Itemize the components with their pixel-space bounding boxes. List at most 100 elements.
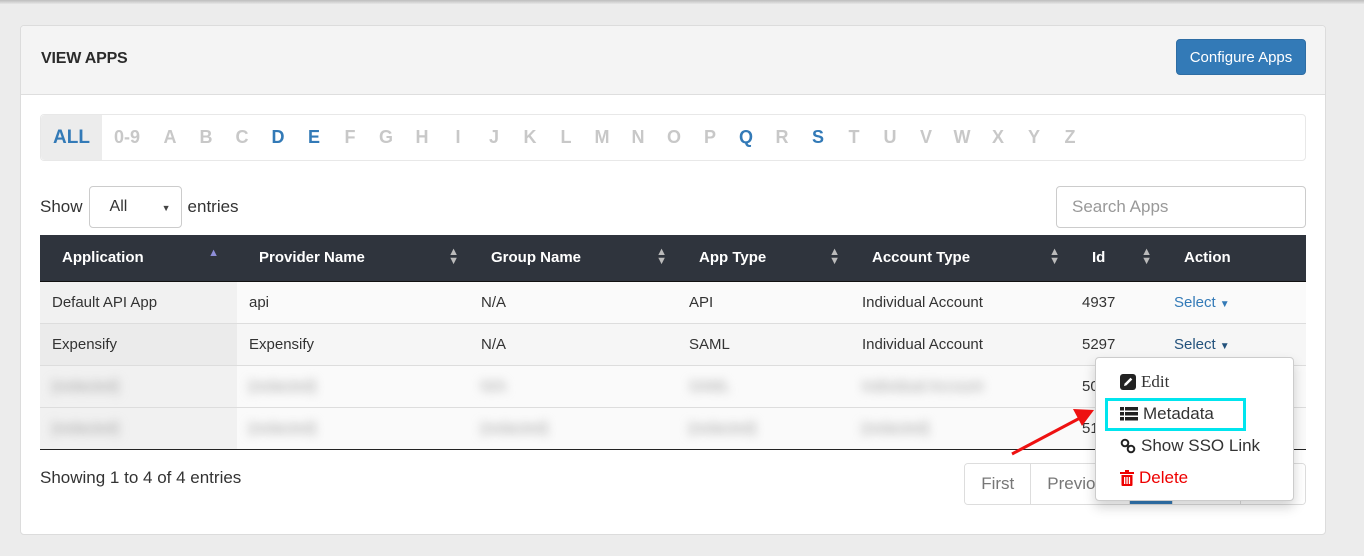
- entries-label: entries: [187, 197, 239, 216]
- search-apps-input[interactable]: [1056, 186, 1306, 228]
- column-label: Id: [1092, 249, 1106, 267]
- filter-letter-o[interactable]: O: [656, 115, 692, 160]
- redacted-text: Individual Account: [862, 377, 983, 395]
- filter-letter-n[interactable]: N: [620, 115, 656, 160]
- filter-letter-q[interactable]: Q: [728, 115, 764, 160]
- link-icon: [1120, 438, 1136, 454]
- filter-letter-d[interactable]: D: [260, 115, 296, 160]
- cell-provider: api: [237, 280, 469, 323]
- redacted-text: [redacted]: [52, 419, 119, 437]
- menu-item-edit[interactable]: Edit: [1096, 366, 1293, 398]
- page-first-button[interactable]: First: [965, 464, 1032, 504]
- trash-icon: [1120, 470, 1134, 486]
- filter-letter-c[interactable]: C: [224, 115, 260, 160]
- filter-letter-v[interactable]: V: [908, 115, 944, 160]
- filter-letter-k[interactable]: K: [512, 115, 548, 160]
- cell-provider: [redacted]: [237, 364, 469, 407]
- column-header-account-type[interactable]: Account Type ▲ ▼: [850, 235, 1070, 282]
- select-label: Select: [1174, 335, 1216, 353]
- filter-letter-s[interactable]: S: [800, 115, 836, 160]
- filter-letter-z[interactable]: Z: [1052, 115, 1088, 160]
- column-header-application[interactable]: Application ▲: [40, 235, 237, 282]
- filter-letter-r[interactable]: R: [764, 115, 800, 160]
- redacted-text: [redacted]: [689, 419, 756, 437]
- sort-ascending-icon: ▲: [208, 247, 219, 259]
- cell-id: 4937: [1070, 280, 1162, 323]
- filter-letter-t[interactable]: T: [836, 115, 872, 160]
- filter-letter-y[interactable]: Y: [1016, 115, 1052, 160]
- cell-application: Expensify: [40, 322, 237, 365]
- select-action-dropdown[interactable]: Select ▼: [1174, 294, 1230, 311]
- filter-0-9[interactable]: 0-9: [102, 115, 152, 160]
- menu-item-label: Delete: [1139, 468, 1189, 487]
- menu-item-metadata[interactable]: Metadata: [1096, 398, 1293, 430]
- menu-item-label: Edit: [1141, 372, 1170, 391]
- letter-filters: ABCDEFGHIJKLMNOPQRSTUVWXYZ: [152, 115, 1088, 160]
- filter-letter-m[interactable]: M: [584, 115, 620, 160]
- cell-app-type: SAML: [677, 364, 850, 407]
- cell-account-type: [redacted]: [850, 406, 1070, 450]
- select-action-dropdown[interactable]: Select ▼: [1174, 336, 1230, 353]
- redacted-text: [redacted]: [249, 419, 316, 437]
- filter-all[interactable]: ALL: [41, 115, 102, 160]
- entries-select-value: All: [109, 198, 128, 215]
- caret-down-icon: ▼: [1219, 340, 1230, 352]
- panel-header: VIEW APPS Configure Apps: [21, 26, 1325, 95]
- filter-letter-f[interactable]: F: [332, 115, 368, 160]
- list-icon: [1120, 407, 1138, 421]
- column-label: App Type: [699, 249, 767, 267]
- sort-both-icon: ▲ ▼: [656, 246, 667, 267]
- cell-provider: Expensify: [237, 322, 469, 365]
- column-header-app-type[interactable]: App Type ▲ ▼: [677, 235, 850, 282]
- configure-apps-button[interactable]: Configure Apps: [1176, 39, 1306, 75]
- filter-letter-a[interactable]: A: [152, 115, 188, 160]
- top-shadow: [0, 0, 1364, 4]
- filter-letter-i[interactable]: I: [440, 115, 476, 160]
- cell-account-type: Individual Account: [850, 322, 1070, 365]
- filter-letter-g[interactable]: G: [368, 115, 404, 160]
- show-label: Show: [40, 197, 83, 216]
- cell-group: N/A: [469, 280, 677, 323]
- cell-app-type: API: [677, 280, 850, 323]
- menu-item-delete[interactable]: Delete: [1096, 462, 1293, 494]
- filter-letter-u[interactable]: U: [872, 115, 908, 160]
- column-header-provider-name[interactable]: Provider Name ▲ ▼: [237, 235, 469, 282]
- entries-select[interactable]: All ▼: [88, 186, 182, 228]
- page-title: VIEW APPS: [41, 50, 128, 67]
- cell-application: [redacted]: [40, 406, 237, 450]
- cell-app-type: [redacted]: [677, 406, 850, 450]
- alphabet-filter: ALL 0-9 ABCDEFGHIJKLMNOPQRSTUVWXYZ: [40, 114, 1306, 161]
- table-header-row: Application ▲ Provider Name ▲ ▼ Group Nam…: [40, 235, 1306, 282]
- column-label: Application: [62, 249, 144, 267]
- column-label: Account Type: [872, 249, 971, 267]
- redacted-text: N/A: [481, 377, 507, 395]
- filter-letter-h[interactable]: H: [404, 115, 440, 160]
- redacted-text: SAML: [689, 377, 730, 395]
- filter-letter-p[interactable]: P: [692, 115, 728, 160]
- filter-letter-b[interactable]: B: [188, 115, 224, 160]
- cell-group: [redacted]: [469, 406, 677, 450]
- cell-app-type: SAML: [677, 322, 850, 365]
- column-header-group-name[interactable]: Group Name ▲ ▼: [469, 235, 677, 282]
- redacted-text: [redacted]: [862, 419, 929, 437]
- filter-letter-j[interactable]: J: [476, 115, 512, 160]
- menu-item-label: Show SSO Link: [1141, 436, 1261, 455]
- sort-both-icon: ▲ ▼: [829, 246, 840, 267]
- filter-letter-e[interactable]: E: [296, 115, 332, 160]
- menu-item-label: Metadata: [1143, 404, 1214, 423]
- select-label: Select: [1174, 293, 1216, 311]
- cell-account-type: Individual Account: [850, 364, 1070, 407]
- cell-provider: [redacted]: [237, 406, 469, 450]
- cell-application: [redacted]: [40, 364, 237, 407]
- filter-letter-w[interactable]: W: [944, 115, 980, 160]
- filter-letter-x[interactable]: X: [980, 115, 1016, 160]
- column-header-id[interactable]: Id ▲ ▼: [1070, 235, 1162, 282]
- table-info: Showing 1 to 4 of 4 entries: [40, 468, 242, 487]
- caret-down-icon: ▼: [161, 203, 171, 213]
- column-label: Action: [1184, 249, 1231, 267]
- sort-both-icon: ▲ ▼: [448, 246, 459, 267]
- action-dropdown-menu: Edit Metadata Show SSO Link Delete: [1095, 357, 1294, 501]
- filter-letter-l[interactable]: L: [548, 115, 584, 160]
- menu-item-show-sso-link[interactable]: Show SSO Link: [1096, 430, 1293, 462]
- column-label: Group Name: [491, 249, 582, 267]
